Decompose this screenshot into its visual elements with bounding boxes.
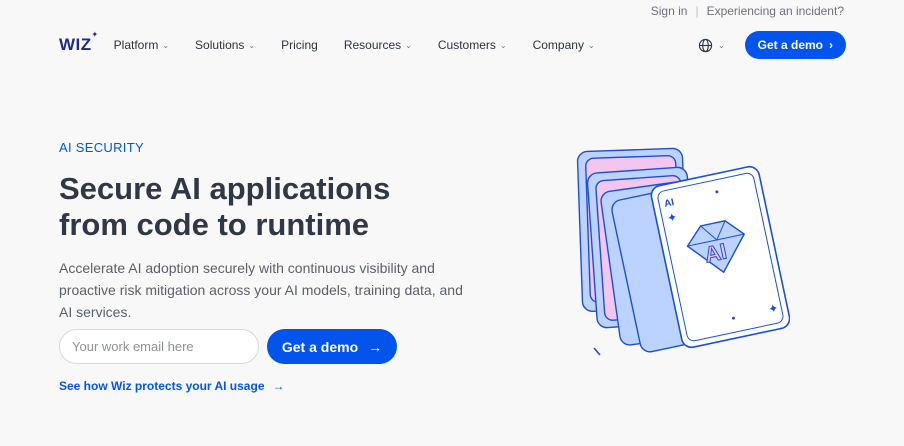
nav-menu: Platform ⌄ Solutions ⌄ Pricing Resources… xyxy=(114,38,595,52)
chevron-down-icon: ⌄ xyxy=(587,40,595,50)
chevron-down-icon: ⌄ xyxy=(717,40,725,50)
nav-item-pricing[interactable]: Pricing xyxy=(281,38,318,52)
wiz-logo[interactable]: WIZ ✦ xyxy=(59,30,98,55)
arrow-right-icon: → xyxy=(272,379,285,393)
link-label: See how Wiz protects your AI usage xyxy=(59,379,265,393)
nav-item-label: Platform xyxy=(113,38,159,52)
nav-item-label: Resources xyxy=(343,38,402,52)
logo-star-icon: ✦ xyxy=(91,30,99,39)
get-demo-button[interactable]: Get a demo → xyxy=(267,329,397,364)
email-field[interactable]: Your work email here xyxy=(59,329,259,364)
button-label: Get a demo xyxy=(757,38,823,52)
chevron-down-icon: ⌄ xyxy=(405,40,412,50)
main-nav: WIZ ✦ Platform ⌄ Solutions ⌄ Pricing Res… xyxy=(59,30,846,59)
nav-item-resources[interactable]: Resources ⌄ xyxy=(344,38,412,52)
nav-item-label: Customers xyxy=(437,38,496,52)
arrow-right-icon: → xyxy=(368,338,383,355)
nav-item-platform[interactable]: Platform ⌄ xyxy=(114,38,169,52)
page-title: Secure AI applications from code to runt… xyxy=(59,171,391,242)
nav-item-customers[interactable]: Customers ⌄ xyxy=(438,38,507,52)
nav-item-label: Pricing xyxy=(281,38,318,52)
motion-line xyxy=(593,347,601,356)
eyebrow: AI SECURITY xyxy=(59,140,144,155)
button-label: Get a demo xyxy=(281,338,359,355)
nav-right: ⌄ Get a demo › xyxy=(698,31,846,59)
email-placeholder: Your work email here xyxy=(72,339,194,354)
nav-item-label: Company xyxy=(532,38,584,52)
nav-item-solutions[interactable]: Solutions ⌄ xyxy=(195,38,255,52)
ai-cards-illustration: AI AI ✦ ✦ xyxy=(576,147,790,356)
cta-row: Your work email here Get a demo → xyxy=(59,329,397,364)
globe-icon xyxy=(698,38,713,52)
chevron-down-icon: ⌄ xyxy=(499,40,507,50)
utility-bar: Sign in | Experiencing an incident? xyxy=(651,4,844,18)
divider: | xyxy=(695,4,699,18)
hero-description: Accelerate AI adoption securely with con… xyxy=(59,260,463,320)
chevron-down-icon: ⌄ xyxy=(162,40,170,50)
nav-item-company[interactable]: Company ⌄ xyxy=(533,38,595,52)
sign-in-link[interactable]: Sign in xyxy=(651,4,688,18)
hero: AI SECURITY Secure AI applications from … xyxy=(59,140,499,323)
chevron-down-icon: ⌄ xyxy=(248,40,256,50)
language-selector[interactable]: ⌄ xyxy=(698,38,725,53)
ai-usage-link[interactable]: See how Wiz protects your AI usage → xyxy=(59,379,285,393)
nav-item-label: Solutions xyxy=(195,38,245,52)
incident-link[interactable]: Experiencing an incident? xyxy=(707,4,844,18)
get-demo-nav-button[interactable]: Get a demo › xyxy=(744,31,846,59)
chevron-right-icon: › xyxy=(829,38,833,52)
